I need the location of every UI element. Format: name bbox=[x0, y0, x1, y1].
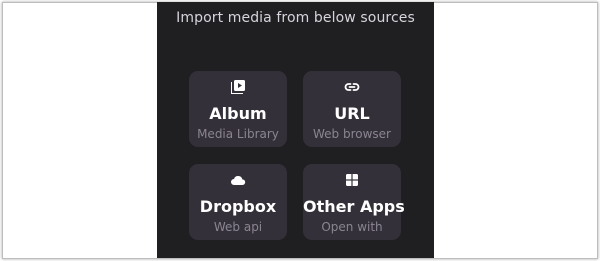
dropbox-subtitle: Web api bbox=[213, 220, 263, 234]
dropbox-title: Dropbox bbox=[199, 197, 277, 216]
apps-grid-icon bbox=[346, 174, 358, 186]
media-library-icon bbox=[231, 80, 245, 94]
album-title: Album bbox=[209, 104, 267, 123]
url-title: URL bbox=[334, 104, 370, 123]
import-media-screen: Import media from below sources Album Me… bbox=[157, 2, 434, 258]
other-apps-source-button[interactable]: Other Apps Open with bbox=[303, 164, 405, 240]
dropbox-source-button[interactable]: Dropbox Web api bbox=[189, 164, 287, 240]
url-source-button[interactable]: URL Web browser bbox=[303, 71, 401, 147]
link-icon bbox=[344, 83, 360, 91]
cloud-icon bbox=[231, 176, 246, 185]
url-subtitle: Web browser bbox=[313, 127, 391, 141]
other-apps-subtitle: Open with bbox=[321, 220, 383, 234]
album-source-button[interactable]: Album Media Library bbox=[189, 71, 287, 147]
album-subtitle: Media Library bbox=[197, 127, 279, 141]
other-apps-title: Other Apps bbox=[303, 197, 405, 216]
import-heading: Import media from below sources bbox=[176, 10, 415, 26]
